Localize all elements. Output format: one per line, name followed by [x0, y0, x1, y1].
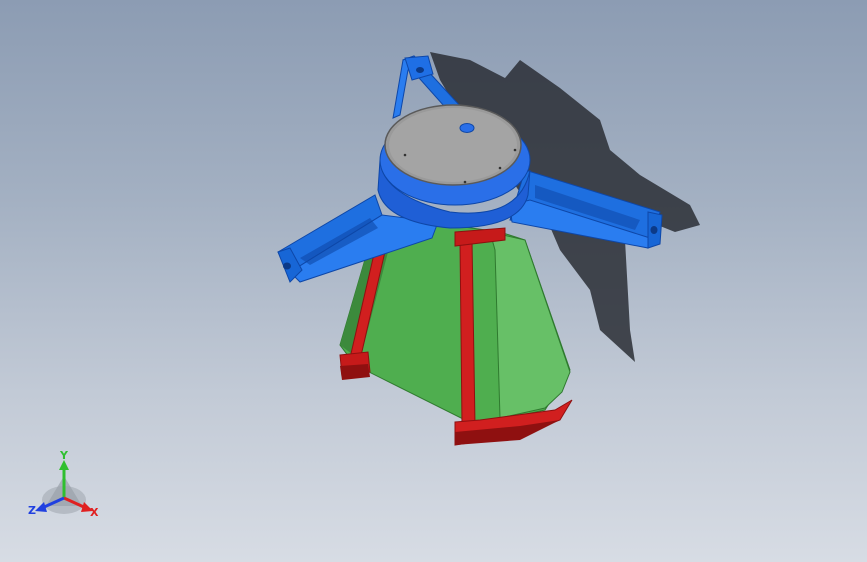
- hub-top-plate[interactable]: [384, 104, 522, 186]
- orientation-triad[interactable]: Y X Z: [24, 448, 104, 524]
- triad-x-label: X: [90, 506, 99, 519]
- triad-y-label: Y: [59, 449, 69, 462]
- model-scene[interactable]: [0, 0, 867, 562]
- graphics-viewport[interactable]: Y X Z: [0, 0, 867, 562]
- triad-z-label: Z: [28, 504, 36, 517]
